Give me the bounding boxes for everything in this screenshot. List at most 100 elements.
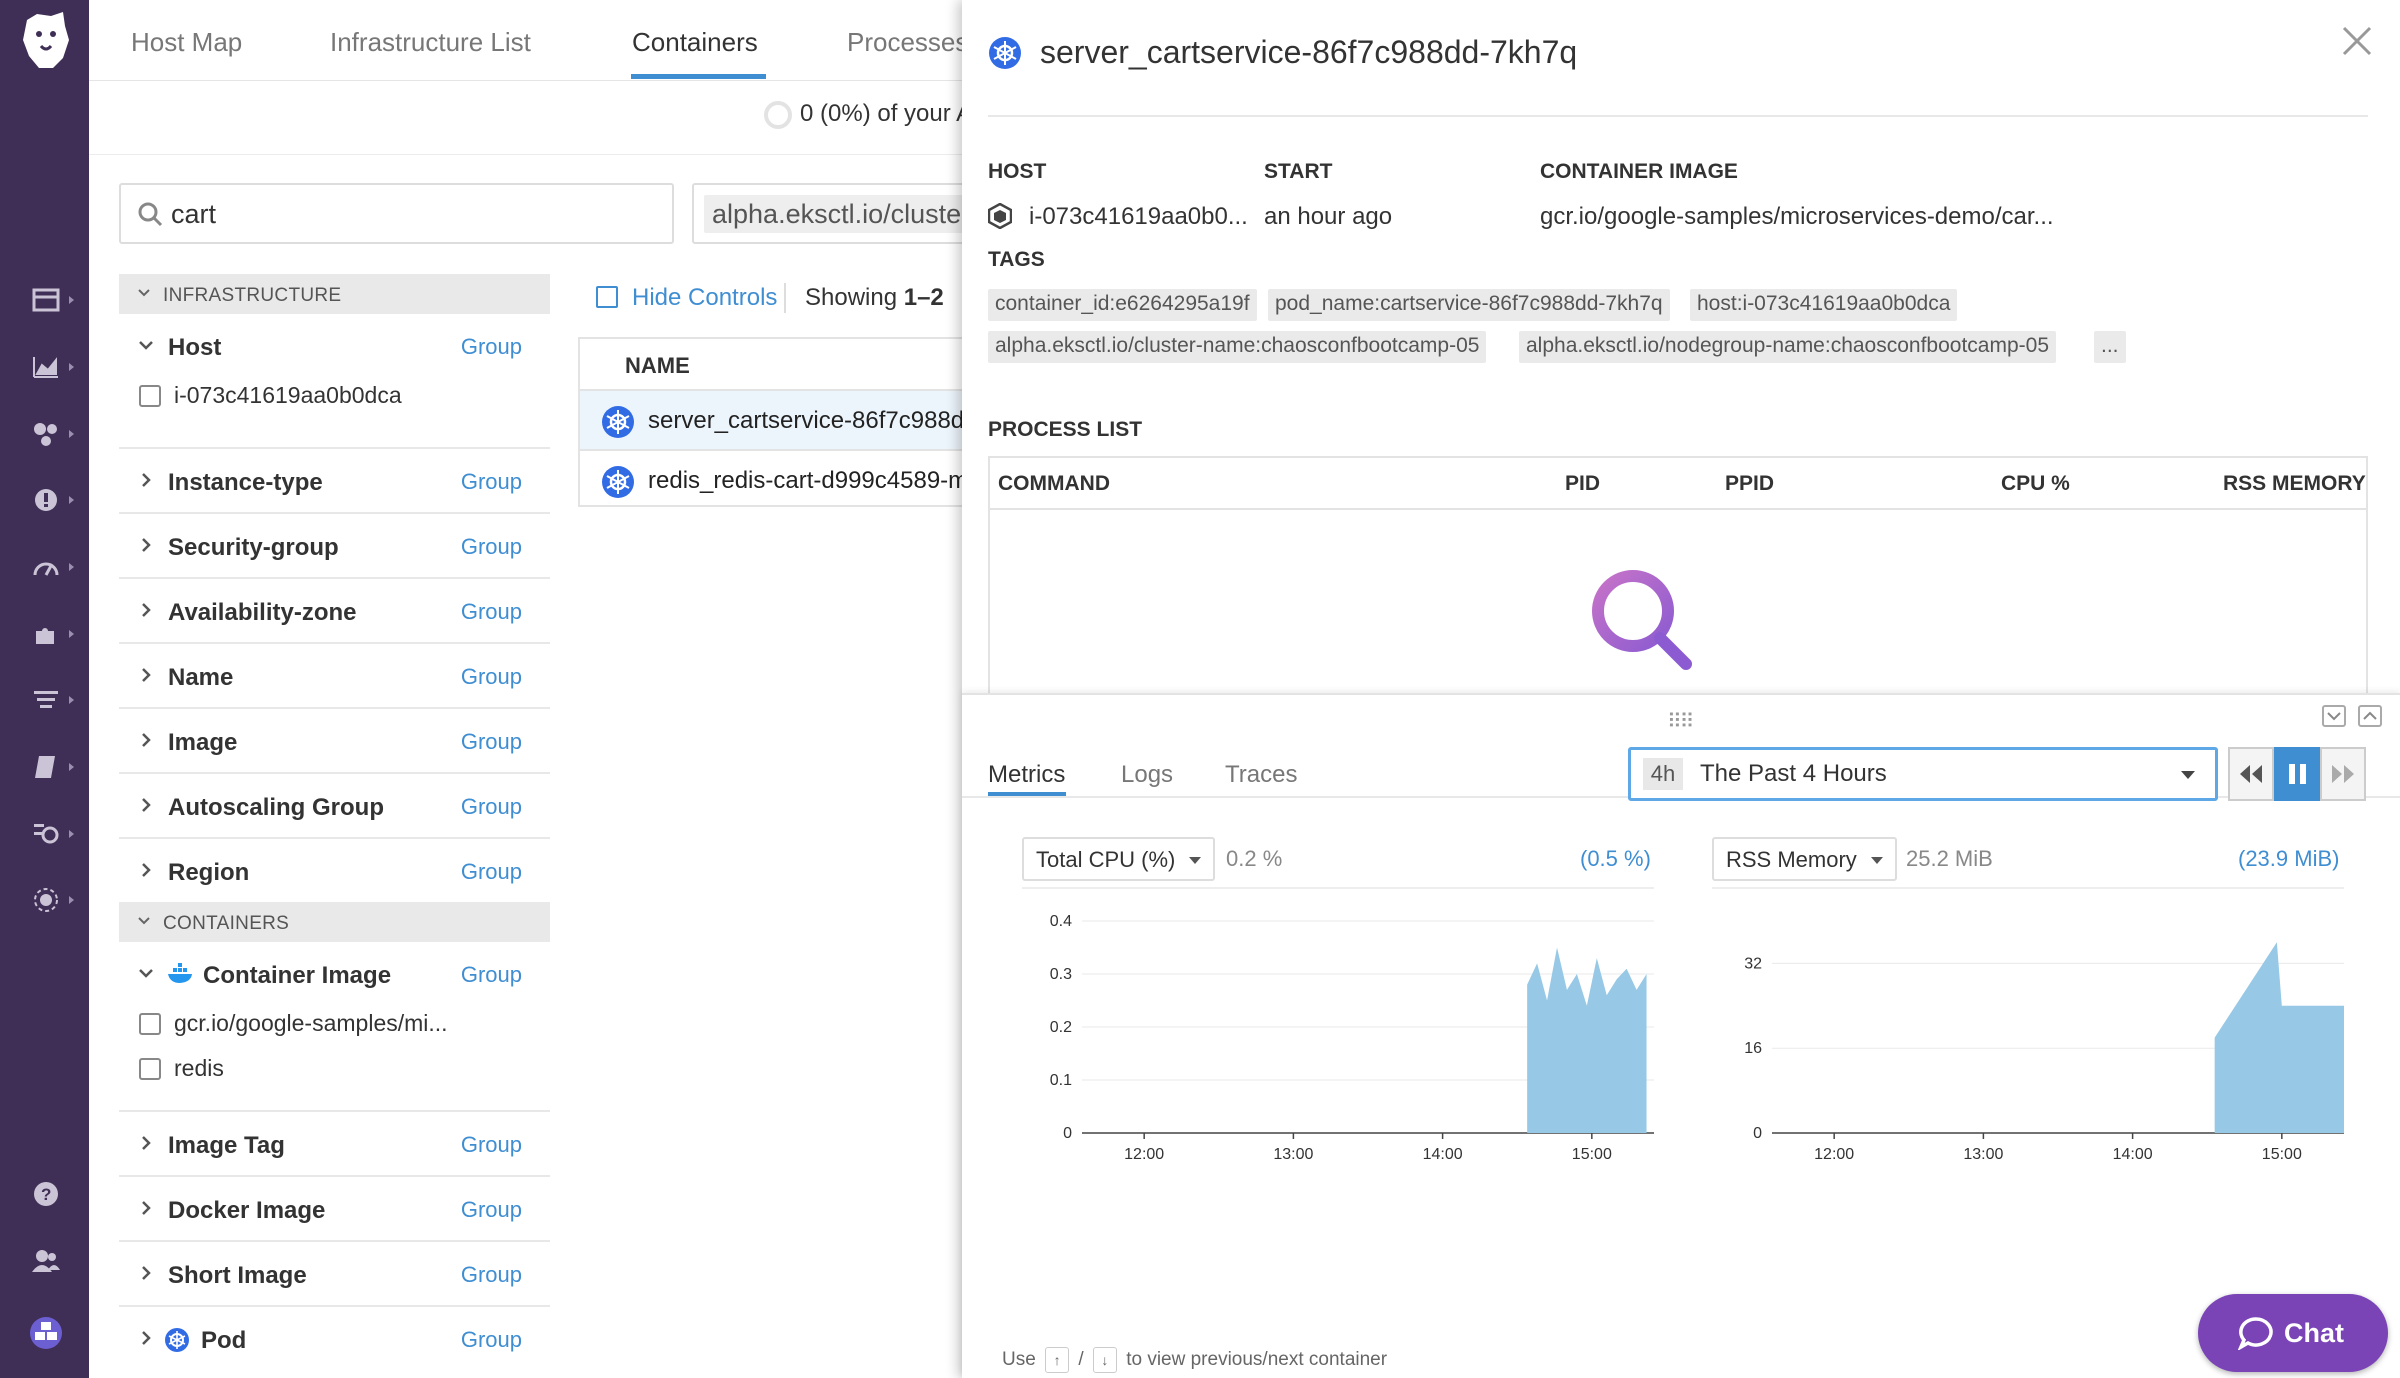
facet-region: Region Group xyxy=(119,839,550,902)
monitors-icon[interactable] xyxy=(29,483,74,517)
column-command[interactable]: COMMAND xyxy=(998,472,1110,496)
cpu-metric-select[interactable]: Total CPU (%) xyxy=(1022,837,1216,881)
tab-processes[interactable]: Processes xyxy=(847,27,968,58)
column-ppid[interactable]: PPID xyxy=(1725,472,1774,496)
chat-button[interactable]: Chat xyxy=(2198,1294,2388,1372)
group-button[interactable]: Group xyxy=(461,1132,522,1158)
group-button[interactable]: Group xyxy=(461,1197,522,1223)
tag[interactable]: pod_name:cartservice-86f7c988dd-7kh7q xyxy=(1268,289,1670,321)
chevron-right-icon[interactable] xyxy=(138,472,154,488)
extensions-icon[interactable] xyxy=(29,617,74,651)
close-icon[interactable] xyxy=(2340,24,2374,58)
memory-chart[interactable]: 0 16 32 12:00 13:00 14:00 15:00 xyxy=(1712,905,2362,1185)
group-button[interactable]: Group xyxy=(461,664,522,690)
drag-handle-icon[interactable]: ⠿⠿ xyxy=(1667,709,1694,734)
chevron-down-icon[interactable] xyxy=(138,965,154,981)
checkbox[interactable] xyxy=(139,385,161,407)
notebooks-icon[interactable] xyxy=(29,750,74,784)
group-button[interactable]: Group xyxy=(461,534,522,560)
chevron-right-icon[interactable] xyxy=(138,537,154,553)
divider xyxy=(784,283,786,313)
x-tick-label: 15:00 xyxy=(1572,1146,1612,1163)
tab-logs[interactable]: Logs xyxy=(1121,761,1173,789)
group-button[interactable]: Group xyxy=(461,1262,522,1288)
collapse-drawer-icon[interactable] xyxy=(2322,705,2346,727)
fast-forward-button[interactable] xyxy=(2320,747,2366,801)
chevron-right-icon[interactable] xyxy=(138,862,154,878)
checkbox[interactable] xyxy=(139,1013,161,1035)
host-value[interactable]: i-073c41619aa0b0... xyxy=(1029,203,1248,231)
metrics-icon[interactable] xyxy=(29,350,74,384)
tag[interactable]: host:i-073c41619aa0b0dca xyxy=(1690,289,1958,321)
tab-containers[interactable]: Containers xyxy=(632,27,758,58)
container-image-label: CONTAINER IMAGE xyxy=(1540,160,1738,183)
facet-availability-zone: Availability-zone Group xyxy=(119,579,550,644)
x-tick-label: 13:00 xyxy=(1963,1146,2003,1163)
facet-option[interactable]: gcr.io/google-samples/mi... xyxy=(119,1005,550,1050)
chevron-right-icon[interactable] xyxy=(138,667,154,683)
group-button[interactable]: Group xyxy=(461,334,522,360)
y-tick-label: 32 xyxy=(1744,955,1762,972)
logo-icon[interactable] xyxy=(17,6,73,76)
group-button[interactable]: Group xyxy=(461,469,522,495)
search-input[interactable] xyxy=(171,197,651,231)
expand-drawer-icon[interactable] xyxy=(2358,705,2382,727)
chevron-right-icon[interactable] xyxy=(138,797,154,813)
dashboard-icon[interactable] xyxy=(29,283,74,317)
time-range-select[interactable]: 4h The Past 4 Hours xyxy=(1628,747,2218,801)
integrations-icon[interactable] xyxy=(29,417,74,451)
status-banner: 0 (0%) of your A xyxy=(764,100,972,129)
synthetics-icon[interactable] xyxy=(29,817,74,851)
chevron-right-icon[interactable] xyxy=(138,1330,154,1346)
column-rss-memory[interactable]: RSS MEMORY xyxy=(2223,472,2366,496)
security-icon[interactable] xyxy=(29,883,74,917)
group-button[interactable]: Group xyxy=(461,729,522,755)
chevron-right-icon[interactable] xyxy=(138,602,154,618)
group-button[interactable]: Group xyxy=(461,794,522,820)
facet-option[interactable]: redis xyxy=(119,1050,550,1110)
section-infrastructure[interactable]: INFRASTRUCTURE xyxy=(119,274,550,314)
process-list-label: PROCESS LIST xyxy=(988,418,1143,441)
rewind-button[interactable] xyxy=(2228,747,2274,801)
user-avatar-icon[interactable] xyxy=(29,1316,63,1350)
section-containers[interactable]: CONTAINERS xyxy=(119,902,550,942)
column-cpu[interactable]: CPU % xyxy=(2001,472,2070,496)
chevron-down-icon xyxy=(138,289,150,297)
cpu-chart[interactable]: 0 0.1 0.2 0.3 0.4 12:00 13:00 14:00 15:00 xyxy=(1022,905,1672,1185)
chevron-right-icon[interactable] xyxy=(138,732,154,748)
logs-icon[interactable] xyxy=(29,683,74,717)
hide-controls-button[interactable]: Hide Controls xyxy=(596,284,777,312)
checkbox[interactable] xyxy=(139,1058,161,1080)
y-tick-label: 0.3 xyxy=(1050,966,1072,983)
facet-option[interactable]: i-073c41619aa0b0dca xyxy=(119,377,550,447)
chevron-right-icon[interactable] xyxy=(138,1200,154,1216)
tag[interactable]: alpha.eksctl.io/cluster-name:chaosconfbo… xyxy=(988,331,1487,363)
tag[interactable]: container_id:e6264295a19f xyxy=(988,289,1257,321)
memory-metric-select[interactable]: RSS Memory xyxy=(1712,837,1897,881)
group-button[interactable]: Group xyxy=(461,1327,522,1353)
column-name[interactable]: NAME xyxy=(625,353,690,379)
help-icon[interactable]: ? xyxy=(29,1177,63,1211)
y-tick-label: 0.4 xyxy=(1050,913,1072,930)
group-button[interactable]: Group xyxy=(461,599,522,625)
tab-traces[interactable]: Traces xyxy=(1225,761,1297,789)
group-button[interactable]: Group xyxy=(461,962,522,988)
chevron-right-icon[interactable] xyxy=(138,1135,154,1151)
cpu-current-value: 0.2 % xyxy=(1226,846,1283,871)
group-button[interactable]: Group xyxy=(461,859,522,885)
tag[interactable]: alpha.eksctl.io/nodegroup-name:chaosconf… xyxy=(1519,331,2057,363)
pause-button[interactable] xyxy=(2274,747,2320,801)
tags-label: TAGS xyxy=(988,248,1045,271)
team-icon[interactable] xyxy=(29,1244,63,1278)
tab-host-map[interactable]: Host Map xyxy=(131,27,242,58)
chevron-right-icon[interactable] xyxy=(138,1265,154,1281)
column-pid[interactable]: PID xyxy=(1565,472,1600,496)
apm-icon[interactable] xyxy=(29,550,74,584)
chevron-down-icon[interactable] xyxy=(138,337,154,353)
arrow-down-key: ↓ xyxy=(1092,1347,1117,1373)
more-tags-button[interactable]: ... xyxy=(2094,331,2126,363)
tab-metrics[interactable]: Metrics xyxy=(988,761,1065,789)
keyboard-hint: Use ↑ / ↓ to view previous/next containe… xyxy=(1002,1347,1387,1373)
container-image-value[interactable]: gcr.io/google-samples/microservices-demo… xyxy=(1540,203,2054,231)
tab-infrastructure-list[interactable]: Infrastructure List xyxy=(330,27,531,58)
